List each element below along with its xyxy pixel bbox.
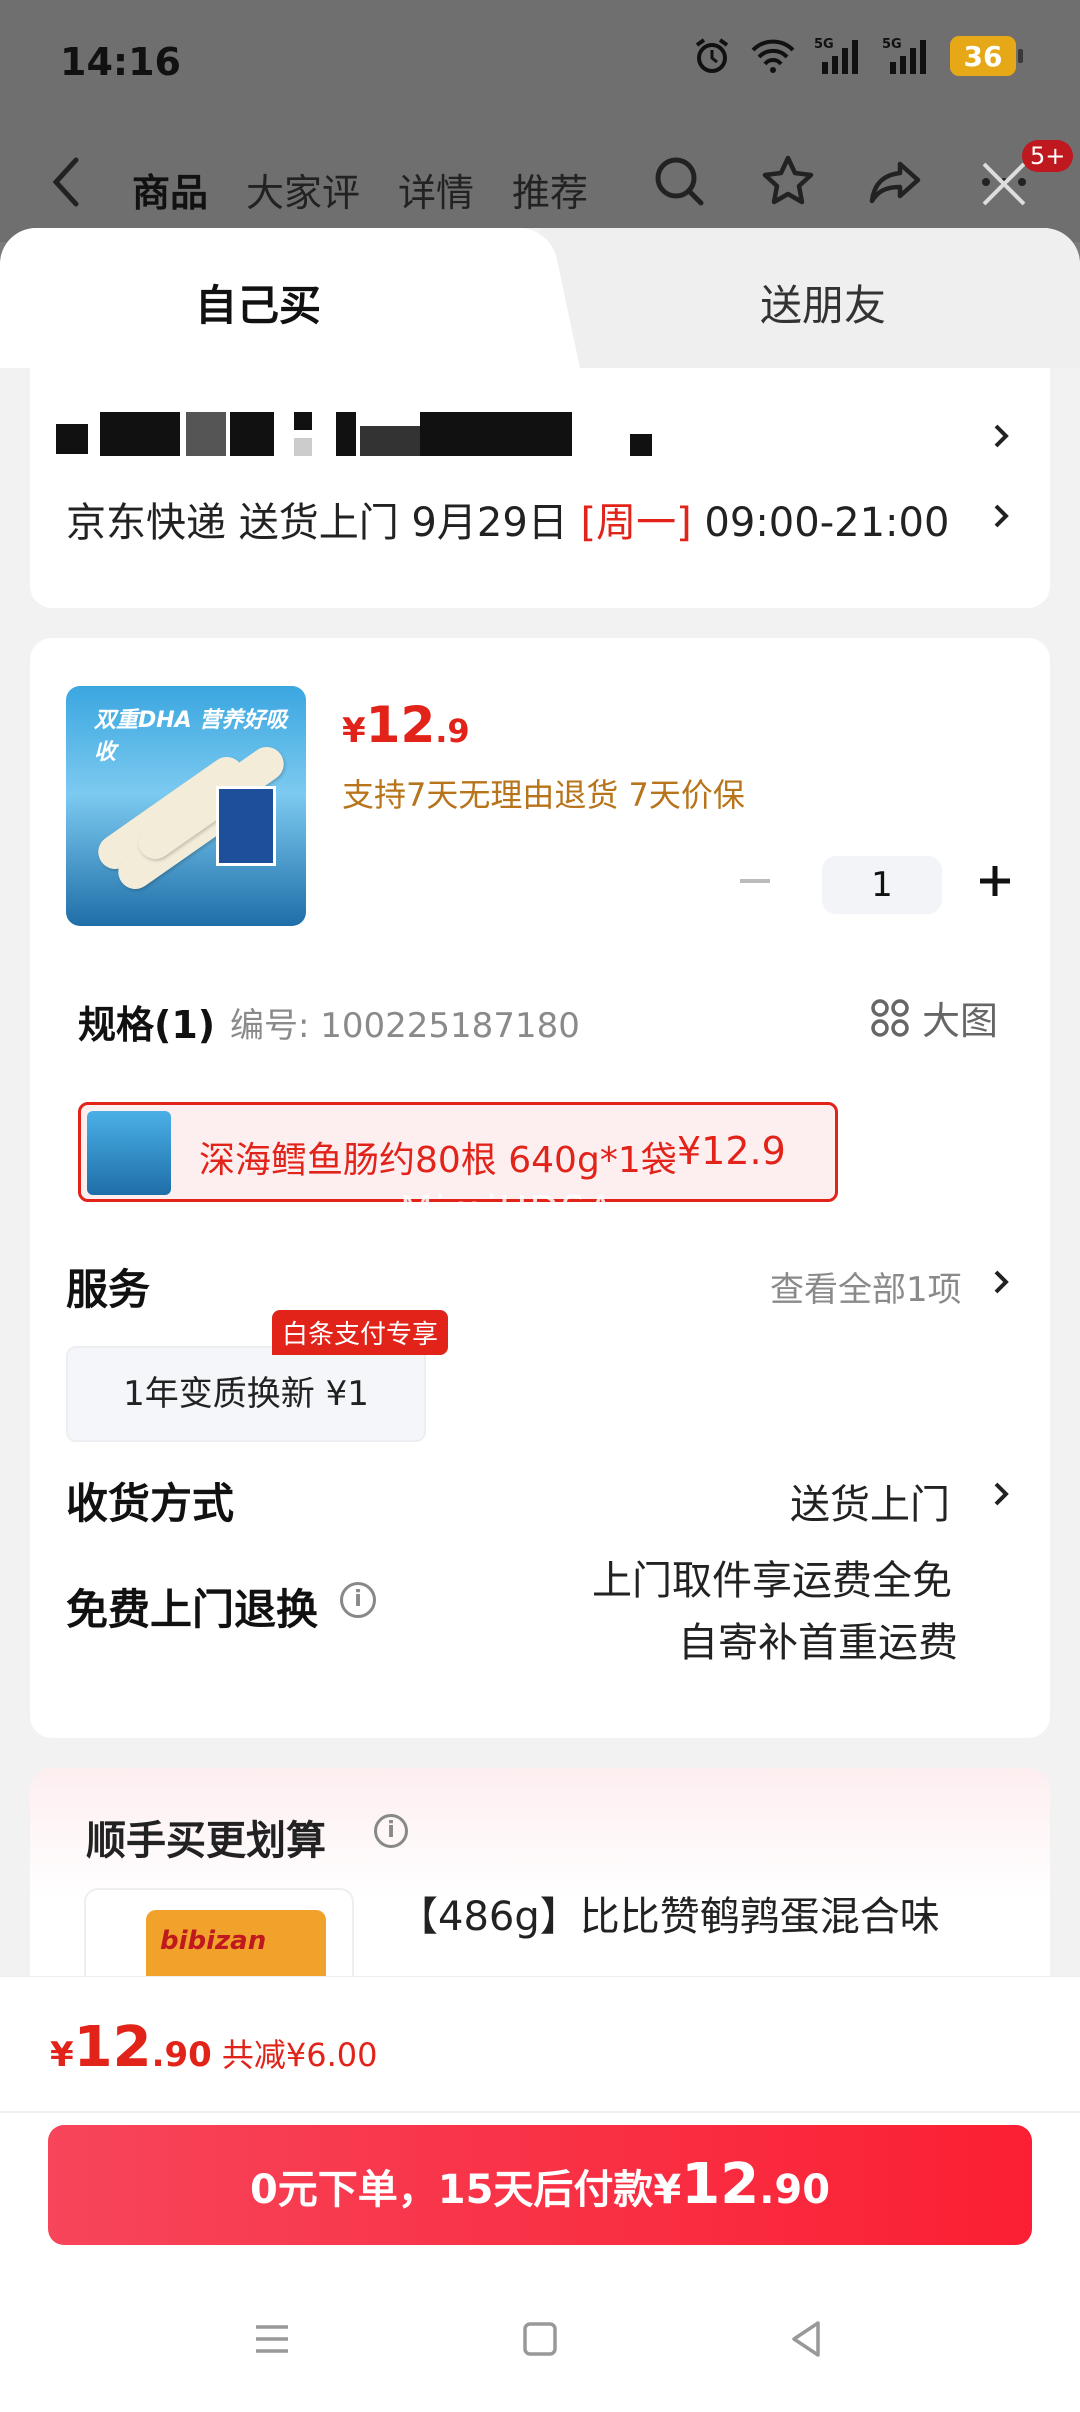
search-icon[interactable] bbox=[648, 150, 712, 214]
addon-brand: bibizan bbox=[160, 1926, 267, 1956]
big-image-label: 大图 bbox=[922, 999, 999, 1043]
status-icons: 5G 5G 36 bbox=[692, 36, 1023, 76]
grid-icon bbox=[871, 998, 909, 1037]
delivery-chevron-icon bbox=[994, 504, 1009, 528]
info-icon[interactable]: i bbox=[340, 1582, 376, 1618]
divider bbox=[0, 2111, 1080, 2113]
nav-tabs: 商品 大家评 详情 推荐 bbox=[132, 162, 588, 217]
tab-send-friend[interactable]: 送朋友 bbox=[760, 272, 886, 333]
menu-icon[interactable] bbox=[250, 2317, 294, 2361]
plus-icon[interactable] bbox=[970, 856, 1020, 906]
battery-indicator: 36 bbox=[950, 36, 1023, 76]
svg-text:5G: 5G bbox=[814, 37, 834, 52]
return-line-1: 上门取件享运费全免 bbox=[592, 1558, 952, 1604]
pay-later-button[interactable]: 0元下单，15天后付款¥12.90 bbox=[48, 2125, 1032, 2245]
spec-option-label: 深海鳕鱼肠约80根 640g*1袋 bbox=[199, 1140, 677, 1181]
status-time: 14:16 bbox=[60, 40, 181, 84]
back-icon[interactable] bbox=[46, 152, 86, 212]
return-guarantee: 支持7天无理由退货 7天价保 bbox=[342, 776, 745, 814]
delivery-weekday: [周一] bbox=[580, 500, 692, 546]
service-tag: 白条支付专享 bbox=[272, 1310, 449, 1355]
tab-details[interactable]: 详情 bbox=[398, 162, 474, 217]
quantity-input[interactable]: 1 bbox=[822, 856, 942, 914]
total-price: ¥12.90 共减¥6.00 bbox=[50, 2015, 378, 2080]
addon-info-icon[interactable]: i bbox=[374, 1814, 408, 1848]
watermark: MimiHDSA bbox=[400, 1188, 616, 1232]
unit-price: ¥12.9 bbox=[342, 696, 470, 754]
receive-method[interactable]: 送货上门 bbox=[790, 1472, 950, 1530]
back-triangle-icon[interactable] bbox=[784, 2317, 828, 2361]
alarm-icon bbox=[695, 38, 729, 73]
tab-buy-self[interactable]: 自己买 bbox=[195, 272, 321, 333]
delivery-info: 京东快递 送货上门 9月29日 [周一] 09:00-21:00 bbox=[66, 500, 950, 546]
tab-reviews[interactable]: 大家评 bbox=[246, 162, 360, 217]
product-image[interactable]: 双重DHA 营养好吸收 bbox=[66, 686, 306, 926]
share-icon[interactable] bbox=[864, 150, 928, 214]
big-image-button[interactable]: 大图 bbox=[870, 990, 998, 1045]
checkout-bar: ¥12.90 共减¥6.00 0元下单，15天后付款¥12.90 bbox=[0, 1976, 1080, 2412]
return-line-2: 自寄补首重运费 bbox=[678, 1620, 958, 1666]
service-option[interactable]: 1年变质换新 ¥1 bbox=[66, 1346, 426, 1442]
spec-thumbnail bbox=[87, 1111, 171, 1195]
total-saved: 共减¥6.00 bbox=[221, 2036, 378, 2074]
receive-title: 收货方式 bbox=[66, 1479, 235, 1528]
minus-icon[interactable] bbox=[730, 856, 780, 906]
addon-title: 顺手买更划算 bbox=[86, 1818, 326, 1864]
signal-5g-icon-2: 5G bbox=[882, 37, 926, 74]
spec-option[interactable]: 深海鳕鱼肠约80根 640g*1袋 ¥12.9 bbox=[78, 1102, 838, 1202]
spec-title: 规格(1) bbox=[78, 1003, 216, 1047]
tab-recommend[interactable]: 推荐 bbox=[512, 162, 588, 217]
sku-number: 编号: 100225187180 bbox=[230, 1006, 580, 1046]
star-icon[interactable] bbox=[756, 150, 820, 214]
top-nav: 商品 大家评 详情 推荐 5+ bbox=[0, 124, 1080, 242]
chevron-right-icon bbox=[994, 424, 1009, 448]
status-bar: 14:16 5G 5G 36 bbox=[0, 0, 1080, 124]
spec-option-price: ¥12.9 bbox=[677, 1129, 786, 1173]
addon-product-name[interactable]: 【486g】比比赞鹌鹑蛋混合味 bbox=[398, 1884, 940, 1942]
service-chevron-icon[interactable] bbox=[990, 1264, 1012, 1300]
service-view-all[interactable]: 查看全部1项 bbox=[770, 1262, 962, 1311]
receive-chevron-icon[interactable] bbox=[990, 1476, 1012, 1512]
return-title: 免费上门退换 bbox=[66, 1585, 319, 1634]
address-card[interactable]: 京东快递 送货上门 9月29日 [周一] 09:00-21:00 bbox=[30, 368, 1050, 608]
tab-product[interactable]: 商品 bbox=[132, 162, 208, 217]
product-card: 双重DHA 营养好吸收 ¥12.9 支持7天无理由退货 7天价保 1 规格(1)… bbox=[30, 638, 1050, 1738]
home-icon[interactable] bbox=[518, 2317, 562, 2361]
service-title: 服务 bbox=[66, 1265, 151, 1314]
wifi-icon bbox=[751, 39, 795, 73]
signal-5g-icon: 5G bbox=[814, 37, 858, 74]
svg-text:5G: 5G bbox=[882, 37, 902, 52]
notification-badge: 5+ bbox=[1022, 140, 1074, 172]
